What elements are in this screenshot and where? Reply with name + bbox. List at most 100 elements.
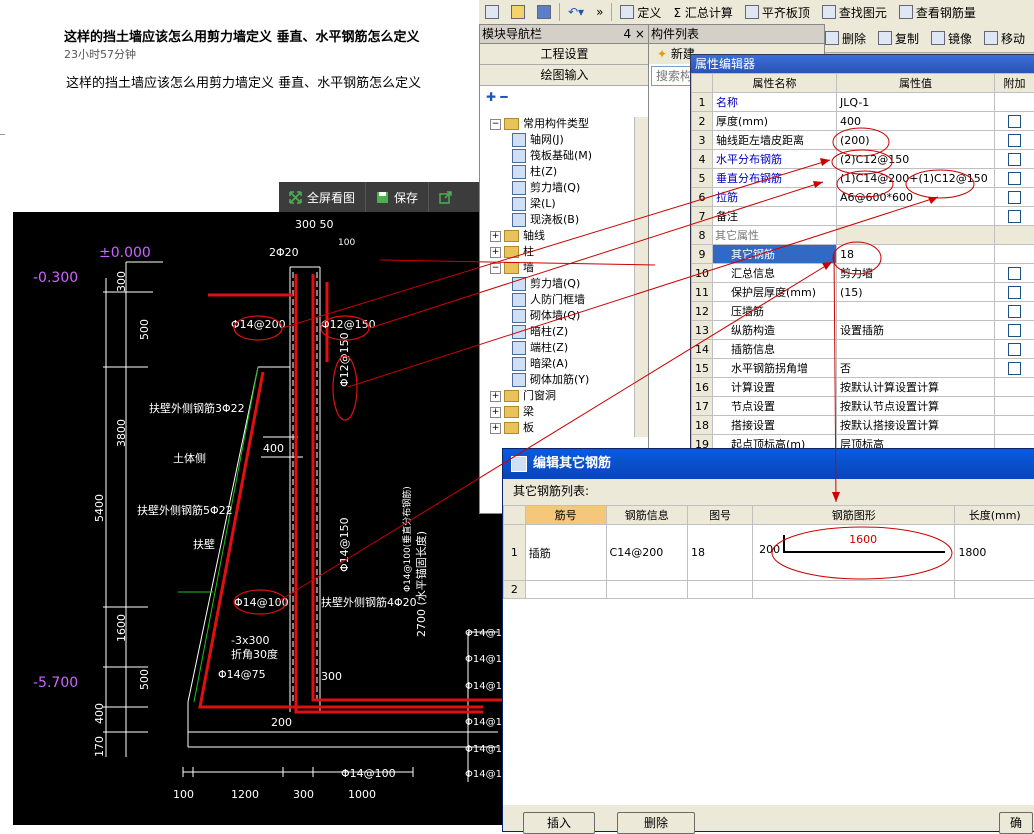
property-row[interactable]: 15水平钢筋拐角增否 <box>692 359 1034 378</box>
rebar-info-cell[interactable]: C14@200 <box>606 525 687 581</box>
property-extra[interactable] <box>995 188 1034 207</box>
delete-button[interactable]: 删除 <box>617 812 695 834</box>
attach-checkbox[interactable] <box>1008 286 1021 299</box>
property-row[interactable]: 7备注 <box>692 207 1034 226</box>
property-value[interactable]: 设置插筋 <box>837 321 995 340</box>
expand-icon[interactable]: + <box>490 423 501 434</box>
property-value[interactable]: 按默认搭接设置计算 <box>837 416 995 435</box>
property-value[interactable] <box>837 340 995 359</box>
flat-button[interactable]: 平齐板顶 <box>739 4 816 21</box>
property-row[interactable]: 12压墙筋 <box>692 302 1034 321</box>
tree-item[interactable]: 柱(Z) <box>490 164 649 180</box>
attach-checkbox[interactable] <box>1008 324 1021 337</box>
expand-icon[interactable]: + <box>490 247 501 258</box>
property-extra[interactable] <box>995 207 1034 226</box>
rebar-shape-cell[interactable] <box>753 581 955 599</box>
define-button[interactable]: 定义 <box>614 4 667 21</box>
property-row[interactable]: 8其它属性 <box>692 226 1034 245</box>
open-button[interactable] <box>505 5 531 19</box>
nav-scrollbar[interactable] <box>634 117 649 437</box>
property-extra[interactable] <box>995 264 1034 283</box>
find-button[interactable]: 查找图元 <box>816 4 893 21</box>
delete-tool-button[interactable]: 删除 <box>819 30 872 47</box>
property-value[interactable] <box>837 207 995 226</box>
tree-item[interactable]: +门窗洞 <box>490 388 649 404</box>
project-settings-button[interactable]: 工程设置 <box>480 44 649 65</box>
rebar-fig-cell[interactable] <box>688 581 753 599</box>
tree-item[interactable]: −常用构件类型 <box>490 116 649 132</box>
property-extra[interactable] <box>995 112 1034 131</box>
disk-button[interactable] <box>531 5 557 19</box>
share-button[interactable] <box>429 182 462 212</box>
rebar-fig-cell[interactable]: 18 <box>688 525 753 581</box>
property-row[interactable]: 14插筋信息 <box>692 340 1034 359</box>
property-extra[interactable] <box>995 359 1034 378</box>
property-value[interactable]: (1)C14@200+(1)C12@150 <box>837 169 995 188</box>
tree-item[interactable]: +板 <box>490 420 649 436</box>
attach-checkbox[interactable] <box>1008 153 1021 166</box>
view-rebar-button[interactable]: 查看钢筋量 <box>893 4 982 21</box>
property-value[interactable] <box>837 302 995 321</box>
property-row[interactable]: 2厚度(mm)400 <box>692 112 1034 131</box>
expand-icon[interactable]: + <box>490 407 501 418</box>
property-extra[interactable] <box>995 131 1034 150</box>
pin-close-icon[interactable]: 4 × <box>623 25 645 43</box>
property-extra[interactable] <box>995 302 1034 321</box>
table-row[interactable]: 1 插筋 C14@200 18 200 1600 1800 <box>504 525 1034 581</box>
rebar-length-cell[interactable]: 1800 <box>955 525 1034 581</box>
property-row[interactable]: 11保护层厚度(mm)(15) <box>692 283 1034 302</box>
tree-item[interactable]: 剪力墙(Q) <box>490 180 649 196</box>
rebar-info-cell[interactable] <box>606 581 687 599</box>
undo-button[interactable]: ↶▾ <box>562 5 590 19</box>
attach-checkbox[interactable] <box>1008 172 1021 185</box>
tree-item[interactable]: +轴线 <box>490 228 649 244</box>
property-value[interactable]: 按默认计算设置计算 <box>837 378 995 397</box>
tree-item[interactable]: 筏板基础(M) <box>490 148 649 164</box>
property-row[interactable]: 1名称JLQ-1 <box>692 93 1034 112</box>
property-extra[interactable] <box>995 283 1034 302</box>
save-button[interactable]: 保存 <box>366 182 429 212</box>
drawing-input-button[interactable]: 绘图输入 <box>480 65 649 86</box>
property-row[interactable]: 9其它钢筋18 <box>692 245 1034 264</box>
attach-checkbox[interactable] <box>1008 267 1021 280</box>
property-row[interactable]: 4水平分布钢筋(2)C12@150 <box>692 150 1034 169</box>
sum-button[interactable]: Σ 汇总计算 <box>667 4 738 21</box>
property-value[interactable]: JLQ-1 <box>837 93 995 112</box>
expand-icon[interactable]: + <box>490 231 501 242</box>
mirror-button[interactable]: 镜像 <box>925 30 978 47</box>
insert-button[interactable]: 插入 <box>523 812 595 834</box>
expand-all-icon[interactable]: ✚ <box>486 90 496 104</box>
property-value[interactable]: 剪力墙 <box>837 264 995 283</box>
property-row[interactable]: 17节点设置按默认节点设置计算 <box>692 397 1034 416</box>
property-row[interactable]: 5垂直分布钢筋(1)C14@200+(1)C12@150 <box>692 169 1034 188</box>
expand-icon[interactable]: + <box>490 391 501 402</box>
property-value[interactable] <box>837 226 995 245</box>
property-extra[interactable] <box>995 150 1034 169</box>
property-value[interactable]: A6@600*600 <box>837 188 995 207</box>
attach-checkbox[interactable] <box>1008 362 1021 375</box>
attach-checkbox[interactable] <box>1008 115 1021 128</box>
attach-checkbox[interactable] <box>1008 343 1021 356</box>
ok-button[interactable]: 确 <box>999 812 1033 834</box>
expand-collapse-all[interactable]: ✚ ━ <box>480 86 649 116</box>
property-extra[interactable] <box>995 169 1034 188</box>
new-file-button[interactable] <box>479 5 505 19</box>
fullscreen-button[interactable]: 全屏看图 <box>279 182 366 212</box>
property-row[interactable]: 13纵筋构造设置插筋 <box>692 321 1034 340</box>
property-value[interactable]: 按默认节点设置计算 <box>837 397 995 416</box>
rebar-no-cell[interactable]: 插筋 <box>525 525 606 581</box>
property-value[interactable]: (2)C12@150 <box>837 150 995 169</box>
property-row[interactable]: 16计算设置按默认计算设置计算 <box>692 378 1034 397</box>
collapse-all-icon[interactable]: ━ <box>500 90 507 104</box>
property-row[interactable]: 10汇总信息剪力墙 <box>692 264 1034 283</box>
property-extra[interactable] <box>995 340 1034 359</box>
tree-item[interactable]: 砌体加筋(Y) <box>490 372 649 388</box>
tree-item[interactable]: 人防门框墙 <box>490 292 649 308</box>
tree-item[interactable]: 剪力墙(Q) <box>490 276 649 292</box>
property-value[interactable]: 否 <box>837 359 995 378</box>
tree-item[interactable]: 暗柱(Z) <box>490 324 649 340</box>
property-value[interactable]: (200) <box>837 131 995 150</box>
collapse-icon[interactable]: − <box>490 263 501 274</box>
property-value[interactable]: 18 <box>837 245 995 264</box>
copy-button[interactable]: 复制 <box>872 30 925 47</box>
